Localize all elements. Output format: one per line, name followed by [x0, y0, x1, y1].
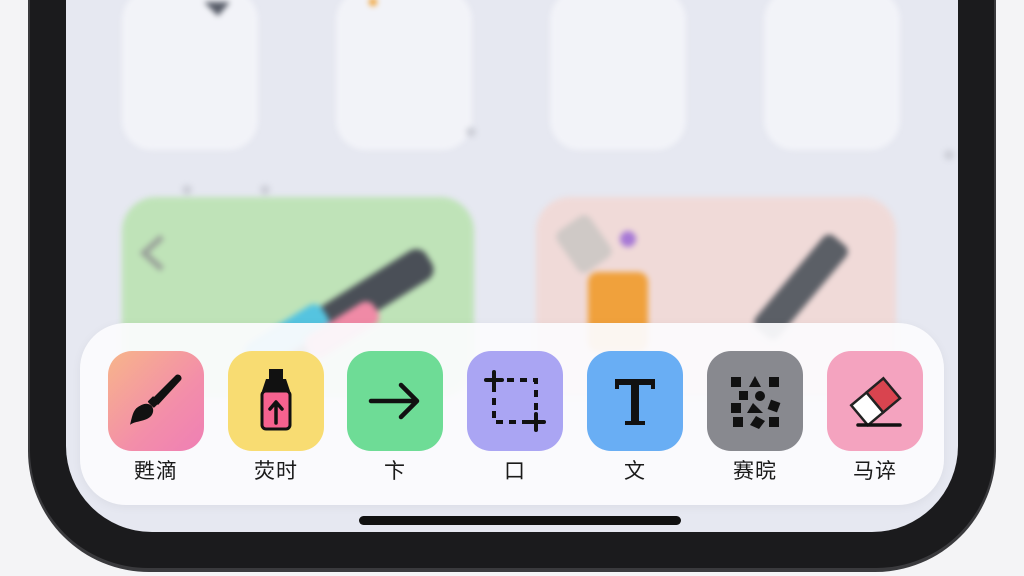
highlighter-icon [260, 369, 292, 431]
phone-screen: 甦滴 荧时 卞 口 文 赛晥 马谇 [66, 0, 958, 532]
arrow-right-icon [368, 382, 420, 420]
tool-arrow-label: 卞 [384, 459, 406, 483]
background-dot [260, 185, 270, 195]
tool-paintbrush[interactable]: 甦滴 [108, 351, 204, 491]
background-app-tile [550, 0, 686, 150]
tool-highlighter-label: 荧时 [254, 459, 298, 483]
background-app-tile [336, 0, 472, 150]
tool-arrow[interactable]: 卞 [347, 351, 443, 491]
eraser-icon [849, 376, 902, 427]
tool-paintbrush-label: 甦滴 [134, 459, 178, 483]
tool-eraser[interactable]: 马谇 [827, 351, 923, 491]
background-app-tile [122, 0, 258, 150]
background-orange-mark-icon [369, 0, 377, 6]
paintbrush-icon [130, 374, 182, 425]
background-dot [182, 185, 192, 195]
tool-paintbrush-tile[interactable] [108, 351, 204, 451]
tool-selection-label: 口 [504, 459, 526, 483]
tool-text[interactable]: 文 [587, 351, 683, 491]
tool-mosaic-label: 赛晥 [733, 459, 777, 483]
mosaic-icon [731, 376, 781, 429]
background-dot [944, 150, 954, 160]
background-dot [466, 127, 476, 137]
home-indicator[interactable] [359, 516, 681, 525]
tool-mosaic-tile[interactable] [707, 351, 803, 451]
tool-mosaic[interactable]: 赛晥 [707, 351, 803, 491]
tool-highlighter[interactable]: 荧时 [228, 351, 324, 491]
tool-text-label: 文 [624, 459, 646, 483]
tool-selection[interactable]: 口 [467, 351, 563, 491]
background-brush-tip-icon [204, 2, 230, 16]
text-icon [615, 379, 655, 425]
tool-selection-tile[interactable] [467, 351, 563, 451]
background-app-tile [764, 0, 900, 150]
tool-eraser-tile[interactable] [827, 351, 923, 451]
tool-eraser-label: 马谇 [853, 459, 897, 483]
tool-arrow-tile[interactable] [347, 351, 443, 451]
tool-highlighter-tile[interactable] [228, 351, 324, 451]
selection-rectangle-icon [484, 370, 546, 432]
markup-toolbar: 甦滴 荧时 卞 口 文 赛晥 马谇 [80, 323, 944, 505]
tool-text-tile[interactable] [587, 351, 683, 451]
